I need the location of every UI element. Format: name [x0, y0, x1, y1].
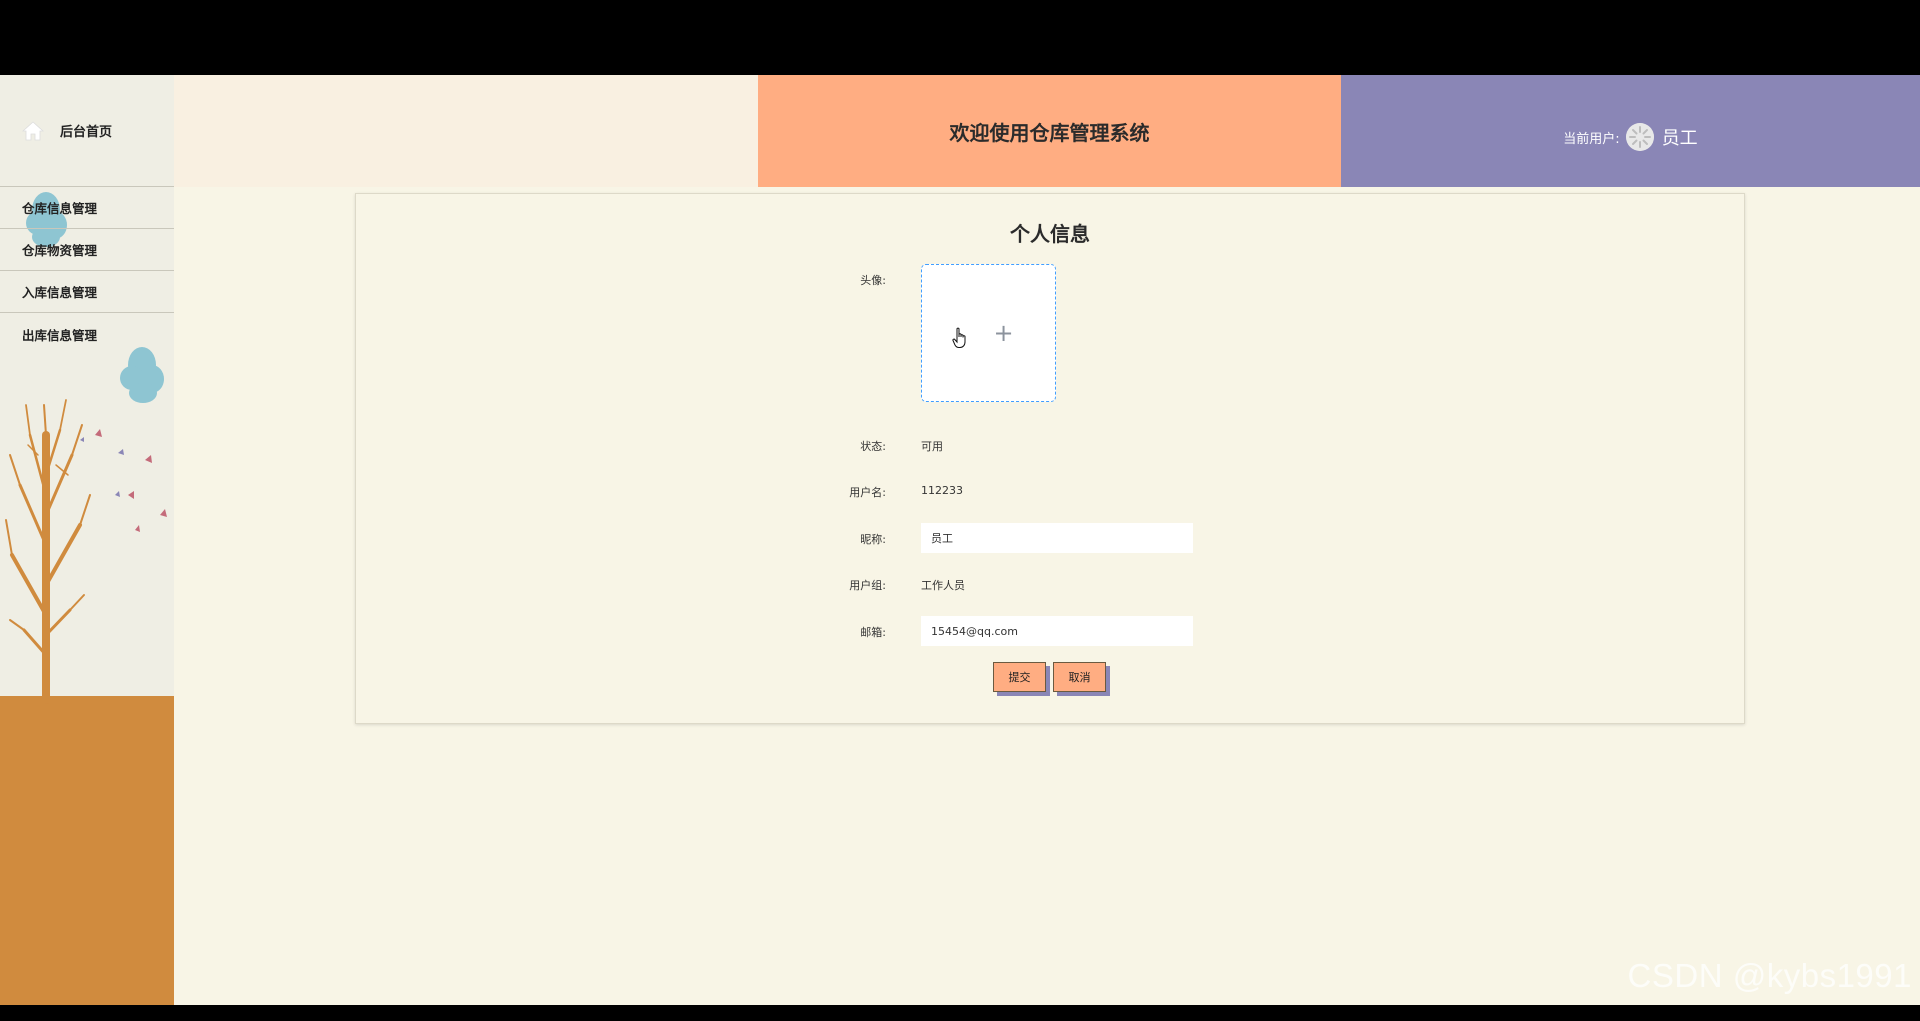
sidebar-item-warehouse-materials[interactable]: 仓库物资管理: [0, 229, 174, 271]
sidebar-item-warehouse-info[interactable]: 仓库信息管理: [0, 187, 174, 229]
nickname-input[interactable]: [921, 523, 1193, 553]
header-title: 欢迎使用仓库管理系统: [758, 75, 1341, 187]
hand-cursor-icon: [952, 327, 966, 348]
home-icon: [22, 120, 44, 140]
avatar-label: 头像:: [860, 274, 886, 287]
group-label: 用户组:: [849, 579, 886, 592]
profile-card: 个人信息 头像: + 状态: 可用 用户名: 112233 昵称: 用户组: 工…: [355, 193, 1745, 724]
sidebar-ground-decoration: [0, 696, 174, 1005]
cancel-button[interactable]: 取消: [1053, 662, 1106, 692]
username-value: 112233: [921, 484, 963, 497]
header-user-panel: 当前用户: 员工: [1341, 75, 1920, 187]
plus-icon: +: [993, 319, 1014, 347]
status-label: 状态:: [860, 440, 886, 453]
current-user-name: 员工: [1661, 128, 1698, 149]
nickname-label: 昵称:: [860, 533, 886, 546]
sidebar-item-outbound-info[interactable]: 出库信息管理: [0, 313, 174, 355]
sidebar-item-home-label: 后台首页: [60, 125, 113, 140]
status-value: 可用: [921, 440, 943, 453]
group-value: 工作人员: [921, 579, 965, 592]
app-viewport: 后台首页 仓库信息管理 仓库物资管理 入库信息管理 出库信息管理 欢迎使用仓库管…: [0, 75, 1920, 1005]
submit-button[interactable]: 提交: [993, 662, 1046, 692]
page-title: 个人信息: [1010, 222, 1090, 246]
username-label: 用户名:: [849, 486, 886, 499]
avatar-uploader[interactable]: +: [921, 264, 1056, 402]
sidebar-item-home[interactable]: 后台首页: [0, 75, 174, 187]
header-left-panel: [174, 75, 758, 187]
user-avatar-icon[interactable]: [1625, 123, 1654, 151]
watermark: CSDN @kybs1991: [1627, 957, 1912, 994]
current-user-label: 当前用户:: [1563, 131, 1620, 147]
sidebar-item-inbound-info[interactable]: 入库信息管理: [0, 271, 174, 313]
sidebar-menu: 仓库信息管理 仓库物资管理 入库信息管理 出库信息管理: [0, 187, 174, 355]
email-label: 邮箱:: [860, 626, 886, 639]
sidebar: 后台首页 仓库信息管理 仓库物资管理 入库信息管理 出库信息管理: [0, 75, 174, 1005]
email-input[interactable]: [921, 616, 1193, 646]
